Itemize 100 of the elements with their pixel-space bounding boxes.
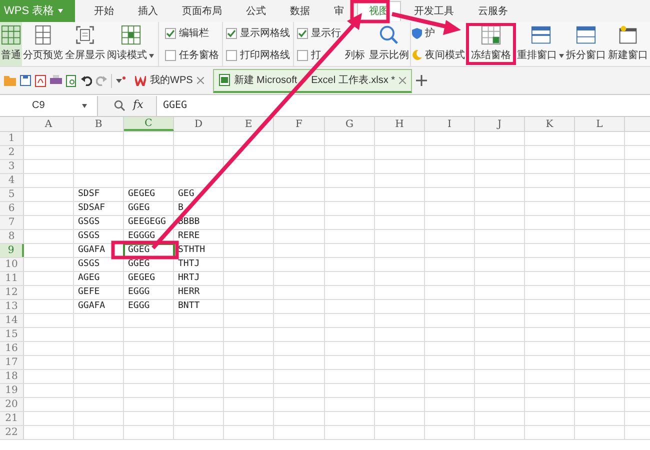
column-header[interactable]: F xyxy=(274,117,325,131)
row-header[interactable]: 4 xyxy=(0,174,24,187)
fullscreen-icon xyxy=(75,25,95,45)
column-header[interactable]: L xyxy=(575,117,625,131)
shield-icon xyxy=(412,28,422,38)
row-header[interactable]: 1 xyxy=(0,132,24,145)
checkbox-option[interactable]: 编辑栏 xyxy=(165,26,219,40)
undo-icon[interactable] xyxy=(81,75,92,86)
close-icon[interactable] xyxy=(399,76,406,84)
row-header[interactable]: 19 xyxy=(0,384,24,397)
row-header[interactable]: 10 xyxy=(0,258,24,271)
checkbox[interactable] xyxy=(226,50,237,60)
table-cell-text: THTJ xyxy=(178,258,200,271)
document-tab[interactable]: 我的WPS xyxy=(130,68,209,92)
table-cell-text: GEFE xyxy=(78,286,100,299)
view-mode-button[interactable]: 阅读模式 xyxy=(106,22,155,66)
checkbox-option[interactable]: 显示网格线 xyxy=(226,26,290,40)
table-cell-text: B xyxy=(178,202,184,215)
row-header[interactable]: 2 xyxy=(0,146,24,159)
menu-tab[interactable]: 云服务 xyxy=(467,1,519,21)
row-header[interactable]: 22 xyxy=(0,426,24,439)
checkbox[interactable] xyxy=(297,28,308,38)
column-header[interactable]: I xyxy=(425,117,475,131)
zoom-icon[interactable] xyxy=(114,100,125,111)
freeze-panes-icon xyxy=(481,25,501,45)
row-header[interactable]: 3 xyxy=(0,160,24,173)
check-icon xyxy=(227,28,236,38)
menu-tab[interactable]: 数据 xyxy=(279,1,321,21)
row-header[interactable]: 15 xyxy=(0,328,24,341)
table-cell-text: GSGS xyxy=(78,258,100,271)
table-cell-text: EGGGG xyxy=(128,230,156,243)
view-mode-button[interactable]: 普通 xyxy=(0,22,22,66)
row-header[interactable]: 18 xyxy=(0,370,24,383)
row-header[interactable]: 13 xyxy=(0,300,24,313)
split-window-icon xyxy=(576,25,596,45)
table-cell-text: GEGEG xyxy=(128,272,156,285)
menu-tab[interactable]: 公式 xyxy=(235,1,277,21)
column-header[interactable]: E xyxy=(224,117,274,131)
row-header[interactable]: 5 xyxy=(0,188,24,201)
add-tab-icon[interactable] xyxy=(416,75,428,86)
column-header[interactable]: K xyxy=(525,117,575,131)
table-cell-text: GGEG xyxy=(128,258,150,271)
column-header[interactable]: G xyxy=(325,117,375,131)
preview-icon[interactable] xyxy=(66,74,77,86)
row-header[interactable]: 14 xyxy=(0,314,24,327)
checkbox[interactable] xyxy=(165,50,176,60)
row-header[interactable]: 11 xyxy=(0,272,24,285)
column-header[interactable]: A xyxy=(24,117,74,131)
row-header[interactable]: 17 xyxy=(0,356,24,369)
view-mode-button[interactable]: 分页预览 xyxy=(22,22,64,66)
checkbox[interactable] xyxy=(165,28,176,38)
column-header[interactable]: H xyxy=(375,117,425,131)
grid-icon xyxy=(1,25,21,45)
document-tab[interactable]: 新建 Microsoft Excel 工作表.xlsx * xyxy=(212,68,412,92)
row-header[interactable]: 7 xyxy=(0,216,24,229)
zoom-button[interactable]: 显示比例 xyxy=(368,22,411,66)
menu-tab[interactable]: 审 xyxy=(323,1,355,21)
checkbox[interactable] xyxy=(226,28,237,38)
pdf-icon[interactable] xyxy=(35,74,46,86)
row-header[interactable]: 16 xyxy=(0,342,24,355)
checkbox-option[interactable]: 任务窗格 xyxy=(165,48,219,62)
spreadsheet-file-icon xyxy=(218,74,230,86)
window-button[interactable]: 拆分窗口 xyxy=(565,22,607,66)
table-cell-text: AGEG xyxy=(78,272,100,285)
table-cell-text: HERR xyxy=(178,286,200,299)
menu-tab[interactable]: 开始 xyxy=(83,1,125,21)
mode-button[interactable]: 护 xyxy=(412,26,435,40)
checkbox-option[interactable]: 打印网格线 xyxy=(226,48,290,62)
checkbox-option[interactable]: 打 列标 xyxy=(297,48,365,62)
view-mode-button[interactable]: 全屏显示 xyxy=(64,22,106,66)
row-header[interactable]: 20 xyxy=(0,398,24,411)
formula-field[interactable]: GGEG xyxy=(156,96,650,116)
table-cell-text: GSGS xyxy=(78,230,100,243)
column-header[interactable]: J xyxy=(475,117,525,131)
page-icon xyxy=(33,25,53,45)
customize-icon[interactable] xyxy=(116,76,126,86)
menu-tab[interactable]: 页面布局 xyxy=(171,1,233,21)
close-icon[interactable] xyxy=(196,77,204,84)
row-header[interactable]: 21 xyxy=(0,412,24,425)
column-header[interactable]: D xyxy=(174,117,224,131)
table-cell-text: GEG xyxy=(178,188,194,201)
moon-icon xyxy=(412,50,422,60)
column-header[interactable]: C xyxy=(124,117,174,131)
row-header[interactable]: 9 xyxy=(0,244,24,257)
arrange-window-icon xyxy=(530,25,550,45)
window-button[interactable]: 冻结窗格 xyxy=(467,22,515,66)
print-icon[interactable] xyxy=(50,75,62,86)
row-header[interactable]: 12 xyxy=(0,286,24,299)
row-header[interactable]: 6 xyxy=(0,202,24,215)
window-button[interactable]: 重排窗口 xyxy=(516,22,565,66)
checkbox-option[interactable]: 显示行 xyxy=(297,26,365,40)
menu-tab[interactable]: 插入 xyxy=(127,1,169,21)
table-cell-text: STHTH xyxy=(178,244,206,257)
save-icon[interactable] xyxy=(20,75,31,86)
mode-button[interactable]: 夜间模式 xyxy=(412,48,465,62)
row-header[interactable]: 8 xyxy=(0,230,24,243)
menu-tab[interactable]: 开发工具 xyxy=(403,1,465,21)
checkbox[interactable] xyxy=(297,50,308,60)
window-button[interactable]: 新建窗口 xyxy=(607,22,649,66)
function-label[interactable]: fx xyxy=(133,97,144,114)
